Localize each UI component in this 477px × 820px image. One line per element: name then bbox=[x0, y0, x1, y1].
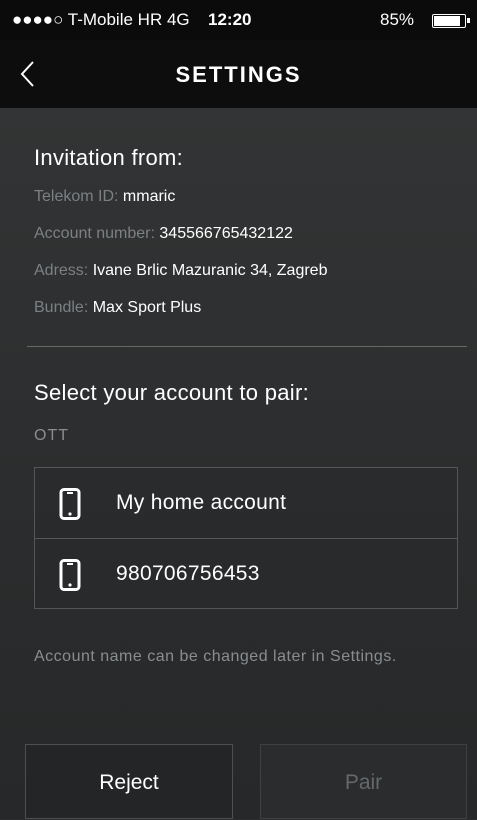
status-time: 12:20 bbox=[208, 10, 252, 29]
section-label-ott: OTT bbox=[34, 427, 69, 444]
carrier-signal: ●●●●○ T-Mobile HR 4G bbox=[12, 10, 190, 29]
phone-icon bbox=[59, 488, 81, 520]
pair-button[interactable]: Pair bbox=[260, 744, 467, 819]
rename-hint: Account name can be changed later in Set… bbox=[34, 648, 397, 665]
reject-button[interactable]: Reject bbox=[25, 744, 233, 819]
bundle-row: Bundle: Max Sport Plus bbox=[34, 299, 201, 317]
telekom-id-row: Telekom ID: mmaric bbox=[34, 188, 175, 206]
address-value: Ivane Brlic Mazuranic 34, Zagreb bbox=[92, 262, 328, 279]
account-name: My home account bbox=[116, 491, 287, 514]
account-number-row: Account number: 345566765432122 bbox=[34, 225, 293, 243]
settings-content bbox=[0, 108, 477, 819]
invitation-heading: Invitation from: bbox=[34, 145, 184, 170]
phone-icon bbox=[59, 559, 81, 591]
pair-heading: Select your account to pair: bbox=[34, 380, 309, 405]
address-row: Adress: Ivane Brlic Mazuranic 34, Zagreb bbox=[34, 262, 327, 280]
status-bar: ●●●●○ T-Mobile HR 4G 12:20 85% bbox=[0, 0, 477, 40]
battery-icon bbox=[432, 14, 470, 28]
section-divider bbox=[27, 346, 467, 347]
account-number-label: Account number: bbox=[34, 225, 160, 242]
telekom-id-value: mmaric bbox=[122, 188, 176, 205]
bundle-label: Bundle: bbox=[34, 299, 93, 316]
bundle-value: Max Sport Plus bbox=[92, 299, 202, 316]
address-label: Adress: bbox=[34, 262, 93, 279]
account-name: 980706756453 bbox=[116, 562, 260, 585]
page-title: SETTINGS bbox=[175, 62, 302, 87]
account-number-value: 345566765432122 bbox=[159, 225, 293, 242]
battery-percent: 85% bbox=[380, 10, 415, 29]
telekom-id-label: Telekom ID: bbox=[34, 188, 123, 205]
account-item-number[interactable]: 980706756453 bbox=[35, 538, 457, 609]
account-list: My home account 980706756453 bbox=[34, 467, 458, 609]
nav-bar: SETTINGS bbox=[0, 40, 477, 108]
account-item-home[interactable]: My home account bbox=[35, 468, 457, 538]
